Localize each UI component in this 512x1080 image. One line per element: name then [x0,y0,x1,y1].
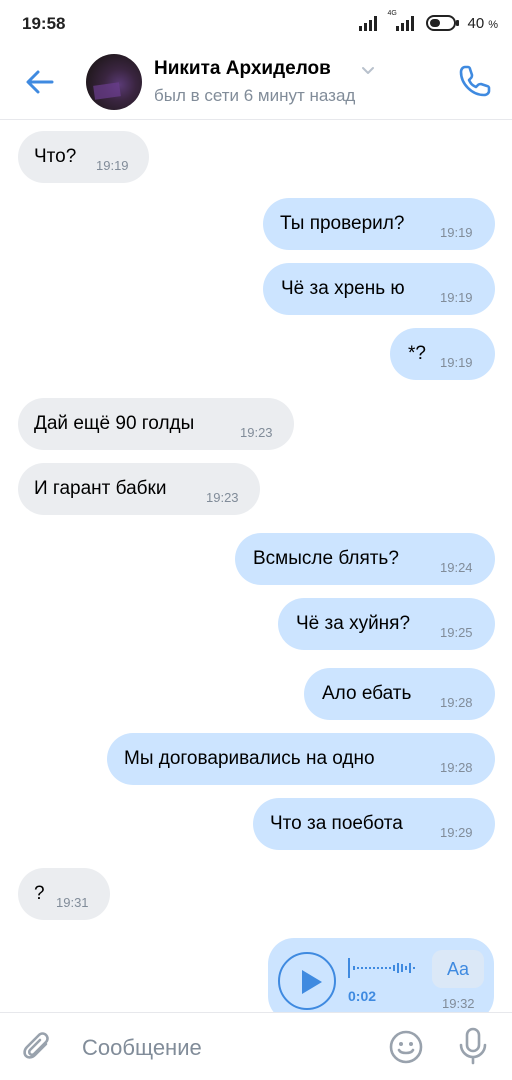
message-bubble[interactable]: Чё за хрень ю 19:19 [263,263,495,315]
message-bubble[interactable]: Чё за хуйня? 19:25 [278,598,495,650]
message-text: Что? [34,146,77,167]
chevron-down-icon[interactable] [360,62,376,78]
message-bubble[interactable]: Что за поебота 19:29 [253,798,495,850]
message-text: ? [34,883,45,904]
message-time: 19:19 [440,225,473,240]
message-composer: Сообщение [0,1012,512,1080]
message-bubble[interactable]: ? 19:31 [18,868,110,920]
voice-message-bubble[interactable]: 0:02 Aa 19:32 [268,938,494,1012]
message-text: Чё за хуйня? [296,613,411,634]
message-bubble[interactable]: Мы договаривались на одно 19:28 [107,733,495,785]
signal-icon [358,16,377,31]
chat-header: Никита Архиделов был в сети 6 минут наза… [0,48,512,120]
voice-duration: 0:02 [348,988,377,1004]
contact-status: был в сети 6 минут назад [154,86,356,105]
status-time: 19:58 [22,14,66,33]
message-time: 19:24 [440,560,473,575]
status-bar: 19:58 4G 40 % [0,0,512,48]
message-time: 19:19 [96,158,129,173]
signal-4g-icon: 4G [388,10,418,32]
message-bubble[interactable]: Всмысле блять? 19:24 [235,533,495,585]
contact-name[interactable]: Никита Архиделов [154,58,331,80]
transcribe-button[interactable]: Aa [432,950,484,988]
message-text: Что за поебота [270,813,403,834]
message-time: 19:29 [440,825,473,840]
battery-icon [425,15,459,31]
message-time: 19:23 [240,425,273,440]
message-time: 19:23 [206,490,239,505]
message-text: Всмысле блять? [253,548,399,569]
emoji-icon[interactable] [388,1029,424,1065]
message-time: 19:28 [440,695,473,710]
message-text: Дай ещё 90 голды [34,413,195,434]
message-bubble[interactable]: Ало ебать 19:28 [304,668,495,720]
waveform-icon[interactable] [348,956,424,980]
message-time: 19:19 [440,355,473,370]
phone-icon[interactable] [456,62,494,100]
message-bubble[interactable]: *? 19:19 [390,328,495,380]
microphone-icon[interactable] [456,1027,490,1065]
message-time: 19:28 [440,760,473,775]
message-bubble[interactable]: Что? 19:19 [18,131,149,183]
message-time: 19:32 [442,996,475,1011]
message-input[interactable]: Сообщение [82,1035,202,1061]
play-icon[interactable] [278,952,336,1010]
battery-unit: % [488,19,498,31]
message-text: Чё за хрень ю [281,278,405,299]
message-bubble[interactable]: И гарант бабки 19:23 [18,463,260,515]
message-list[interactable]: Что? 19:19 Ты проверил? 19:19 Чё за хрен… [0,121,512,1012]
paperclip-icon[interactable] [20,1029,56,1065]
message-text: Мы договаривались на одно [124,748,375,769]
message-bubble[interactable]: Дай ещё 90 голды 19:23 [18,398,294,450]
avatar[interactable] [86,54,142,110]
message-text: Ало ебать [322,683,412,704]
message-time: 19:25 [440,625,473,640]
message-time: 19:31 [56,895,89,910]
message-text: Ты проверил? [280,213,405,234]
message-bubble[interactable]: Ты проверил? 19:19 [263,198,495,250]
status-icons: 4G 40 % [358,10,498,32]
message-text: *? [408,343,426,364]
message-text: И гарант бабки [34,478,167,499]
battery-level: 40 [467,14,485,32]
message-time: 19:19 [440,290,473,305]
back-arrow-icon[interactable] [22,64,58,100]
